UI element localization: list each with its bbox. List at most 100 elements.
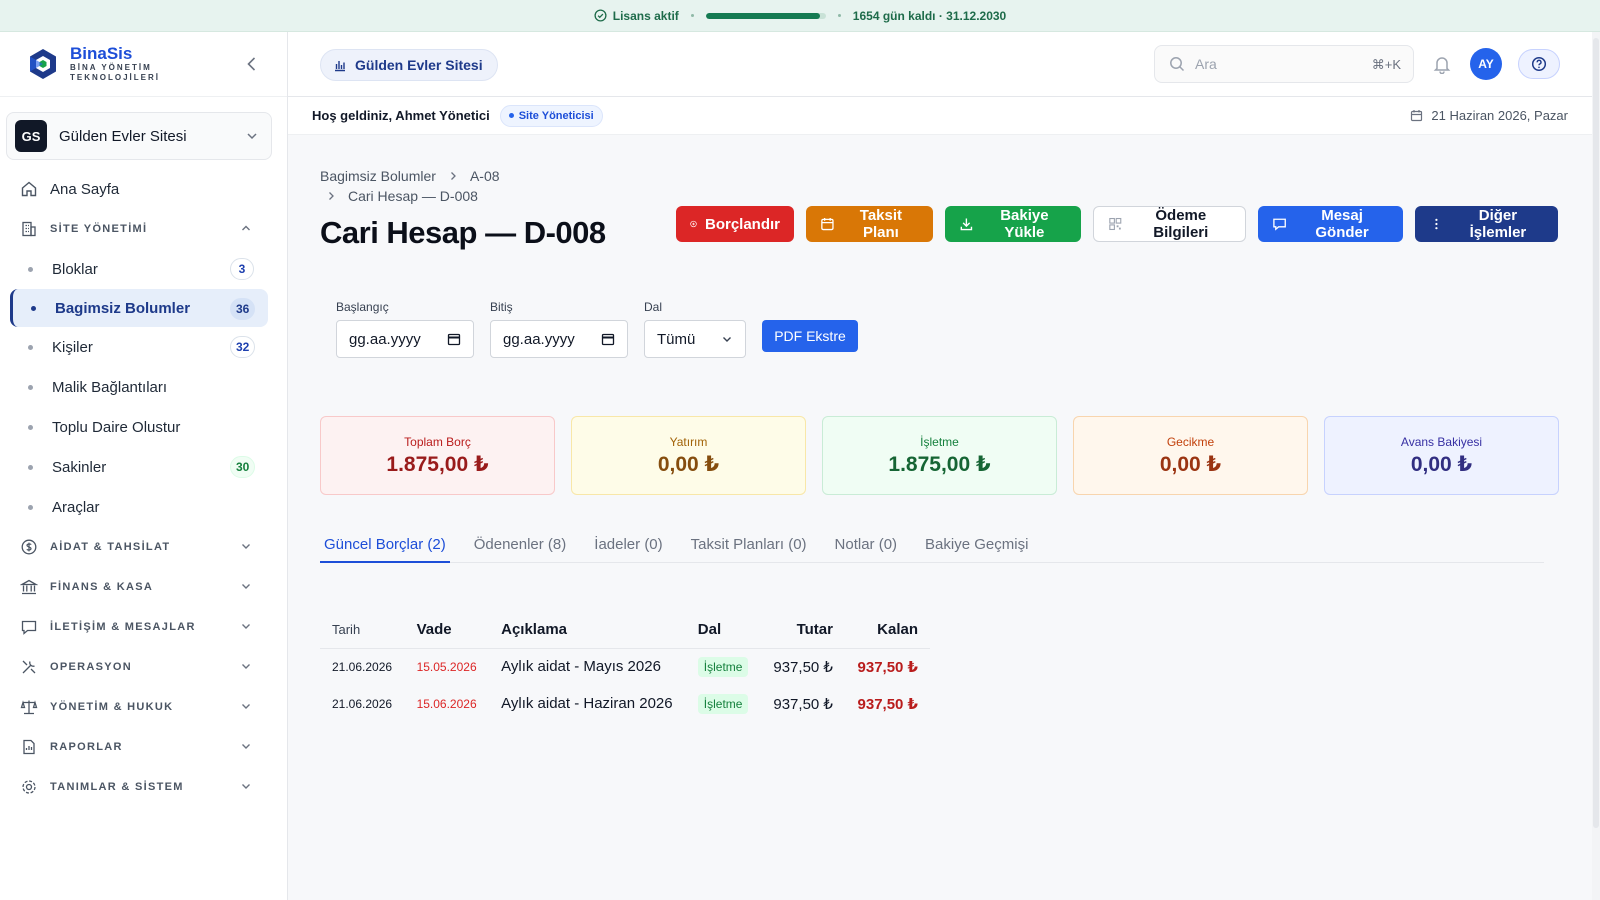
end-date-value: gg.aa.yyyy [503, 330, 575, 348]
summary-card-value: 0,00 ₺ [1410, 452, 1473, 476]
tab-paid[interactable]: Ödenenler (8) [470, 530, 571, 563]
sidebar-item-malik-baglantilari[interactable]: Malik Bağlantıları [0, 367, 288, 407]
sidebar-nav: Ana Sayfa SİTE YÖNETİMİ Bloklar 3 Bagims… [0, 169, 288, 807]
chevron-left-icon[interactable] [242, 54, 262, 74]
summary-card-label: İşletme [920, 434, 959, 449]
sidebar-item-bagimsiz-bolumler[interactable]: Bagimsiz Bolumler 36 [10, 289, 268, 327]
charge-button-label: Borçlandır [704, 215, 780, 233]
column-header-remaining: Kalan [844, 612, 930, 649]
count-badge: 36 [230, 298, 256, 320]
sidebar-item-label: Kişiler [52, 338, 93, 356]
send-message-button[interactable]: Mesaj Gönder [1258, 206, 1403, 242]
page-title: Cari Hesap — D-008 [320, 215, 606, 250]
sidebar-group-label: SİTE YÖNETİMİ [50, 223, 148, 235]
sidebar-group-label: RAPORLAR [50, 741, 123, 753]
license-bar: Lisans aktif 1654 gün kaldı · 31.12.2030 [0, 0, 1600, 32]
chevron-up-icon [242, 225, 250, 231]
sidebar-item-sakinler[interactable]: Sakinler 30 [0, 447, 288, 487]
tab-refunds[interactable]: İadeler (0) [590, 530, 666, 563]
charge-button[interactable]: Borçlandır [676, 206, 794, 242]
scrollbar-thumb[interactable] [1593, 38, 1599, 828]
tools-icon [22, 660, 36, 674]
brand-name: BinaSis [70, 44, 133, 63]
building-icon [22, 221, 36, 237]
calendar-icon [821, 217, 834, 231]
sidebar-item-toplu-daire[interactable]: Toplu Daire Olustur [0, 407, 288, 447]
summary-card-label: Avans Bakiyesi [1400, 434, 1483, 449]
calendar-icon [601, 333, 615, 346]
pdf-statement-button[interactable]: PDF Ekstre [762, 320, 858, 352]
breadcrumb-line-2: Cari Hesap — D-008 [326, 188, 478, 204]
qr-code-icon [1109, 217, 1122, 231]
site-selector[interactable]: GS Gülden Evler Sitesi [6, 112, 272, 160]
sidebar-item-araclar[interactable]: Araçlar [0, 487, 288, 527]
payment-info-button[interactable]: Ödeme Bilgileri [1093, 206, 1246, 242]
bell-icon[interactable] [1432, 54, 1452, 74]
breadcrumb-current: Cari Hesap — D-008 [348, 188, 478, 204]
load-balance-button[interactable]: Bakiye Yükle [945, 206, 1081, 242]
search-box[interactable]: ⌘+K [1154, 45, 1414, 83]
cell-remaining: 937,50 ₺ [857, 658, 918, 676]
more-actions-button[interactable]: Diğer İşlemler [1415, 206, 1558, 242]
help-button[interactable] [1518, 49, 1560, 79]
sidebar-group-iletisim[interactable]: İLETİŞİM & MESAJLAR [0, 607, 288, 647]
sidebar-group-yonetim[interactable]: YÖNETİM & HUKUK [0, 687, 288, 727]
license-progress-fill [705, 12, 820, 19]
bullet [28, 504, 33, 510]
end-date-input[interactable]: gg.aa.yyyy [490, 320, 628, 358]
sidebar-group-operasyon[interactable]: OPERASYON [0, 647, 288, 687]
summary-card-advance: Avans Bakiyesi 0,00 ₺ [1324, 416, 1559, 495]
cell-description: Aylık aidat - Mayıs 2026 [501, 658, 661, 676]
sidebar-item-bloklar[interactable]: Bloklar 3 [0, 249, 288, 289]
tabs: Güncel Borçlar (2) Ödenenler (8) İadeler… [320, 530, 1544, 563]
search-input[interactable] [1195, 56, 1365, 72]
breadcrumb-unit[interactable]: A-08 [470, 168, 500, 184]
summary-card-total-debt: Toplam Borç 1.875,00 ₺ [320, 416, 555, 495]
installment-plan-button[interactable]: Taksit Planı [806, 206, 933, 242]
welcome-greeting: Hoş geldiniz, Ahmet Yönetici [312, 108, 490, 123]
chevron-down-icon [247, 133, 257, 140]
site-pill[interactable]: Gülden Evler Sitesi [320, 49, 498, 81]
branch-tag: İşletme [697, 693, 749, 714]
start-date-input[interactable]: gg.aa.yyyy [336, 320, 474, 358]
dollar-circle-icon [21, 539, 37, 555]
tab-balance-history[interactable]: Bakiye Geçmişi [921, 530, 1032, 563]
sidebar-group-label: AİDAT & TAHSİLAT [50, 541, 171, 553]
table-row[interactable]: 21.06.2026 15.06.2026 Aylık aidat - Hazi… [320, 685, 930, 722]
tab-current-debts[interactable]: Güncel Borçlar (2) [320, 530, 450, 563]
cell-remaining: 937,50 ₺ [857, 695, 918, 713]
license-progress [705, 12, 826, 19]
sidebar-group-finans[interactable]: FİNANS & KASA [0, 567, 288, 607]
end-date-field: Bitiş gg.aa.yyyy [490, 300, 628, 358]
avatar[interactable]: AY [1470, 48, 1502, 80]
branch-select[interactable]: Tümü [644, 320, 746, 358]
check-circle-icon [594, 9, 607, 22]
sidebar-item-kisiler[interactable]: Kişiler 32 [0, 327, 288, 367]
download-icon [960, 218, 973, 231]
search-icon [1170, 57, 1185, 72]
branch-select-value: Tümü [657, 330, 696, 348]
send-message-label: Mesaj Gönder [1315, 207, 1369, 241]
plus-circle-icon [690, 220, 697, 228]
chevron-down-icon [723, 337, 731, 342]
breadcrumb: Bagimsiz Bolumler A-08 [320, 168, 500, 184]
tab-installment-plans[interactable]: Taksit Planları (0) [687, 530, 811, 563]
sidebar-group-aidat[interactable]: AİDAT & TAHSİLAT [0, 527, 288, 567]
bullet [28, 266, 33, 272]
breadcrumb-root[interactable]: Bagimsiz Bolumler [320, 168, 436, 184]
chevron-down-icon [242, 704, 250, 709]
table-row[interactable]: 21.06.2026 15.05.2026 Aylık aidat - Mayı… [320, 648, 930, 685]
chevron-down-icon [242, 664, 250, 669]
scrollbar[interactable] [1592, 32, 1600, 900]
sidebar-group-tanimlar[interactable]: TANIMLAR & SİSTEM [0, 767, 288, 807]
start-date-label: Başlangıç [336, 300, 389, 314]
license-status-text: Lisans aktif [612, 8, 679, 23]
branch-tag: İşletme [697, 656, 749, 677]
sidebar-group-site[interactable]: SİTE YÖNETİMİ [0, 209, 288, 249]
tab-notes[interactable]: Notlar (0) [831, 530, 902, 563]
summary-card-value: 1.875,00 ₺ [386, 452, 489, 476]
cell-branch: İşletme [686, 648, 761, 685]
search-shortcut: ⌘+K [1371, 57, 1401, 72]
sidebar-item-home[interactable]: Ana Sayfa [0, 169, 288, 209]
sidebar-group-raporlar[interactable]: RAPORLAR [0, 727, 288, 767]
